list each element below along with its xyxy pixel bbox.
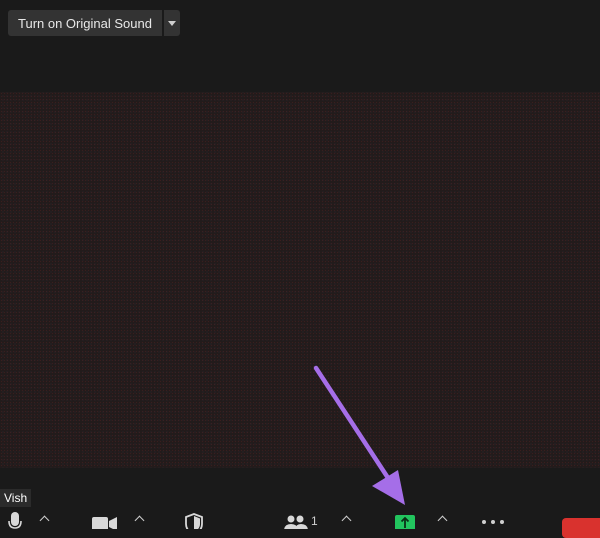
video-options-caret[interactable] <box>134 514 145 526</box>
microphone-icon[interactable] <box>8 512 22 529</box>
video-camera-icon[interactable] <box>92 512 118 529</box>
original-sound-button[interactable]: Turn on Original Sound <box>8 10 162 36</box>
more-icon[interactable] <box>482 518 506 526</box>
chevron-down-icon <box>167 20 176 26</box>
end-meeting-button[interactable] <box>562 518 600 538</box>
share-screen-button[interactable] <box>395 515 415 529</box>
chevron-up-icon <box>134 515 145 526</box>
participants-options-caret[interactable] <box>341 514 352 526</box>
original-sound-control: Turn on Original Sound <box>8 10 180 36</box>
chevron-up-icon <box>341 515 352 526</box>
video-area <box>0 92 600 468</box>
participant-name-label: Vish <box>0 489 32 507</box>
participants-icon[interactable] <box>283 512 309 529</box>
audio-options-caret[interactable] <box>39 514 50 526</box>
share-options-caret[interactable] <box>437 514 448 526</box>
top-bar: Turn on Original Sound <box>0 0 600 92</box>
participants-count: 1 <box>311 514 318 528</box>
share-screen-icon <box>400 516 410 528</box>
chevron-up-icon <box>39 515 50 526</box>
shield-icon[interactable] <box>184 512 204 529</box>
original-sound-dropdown[interactable] <box>163 10 180 36</box>
chevron-up-icon <box>437 515 448 526</box>
